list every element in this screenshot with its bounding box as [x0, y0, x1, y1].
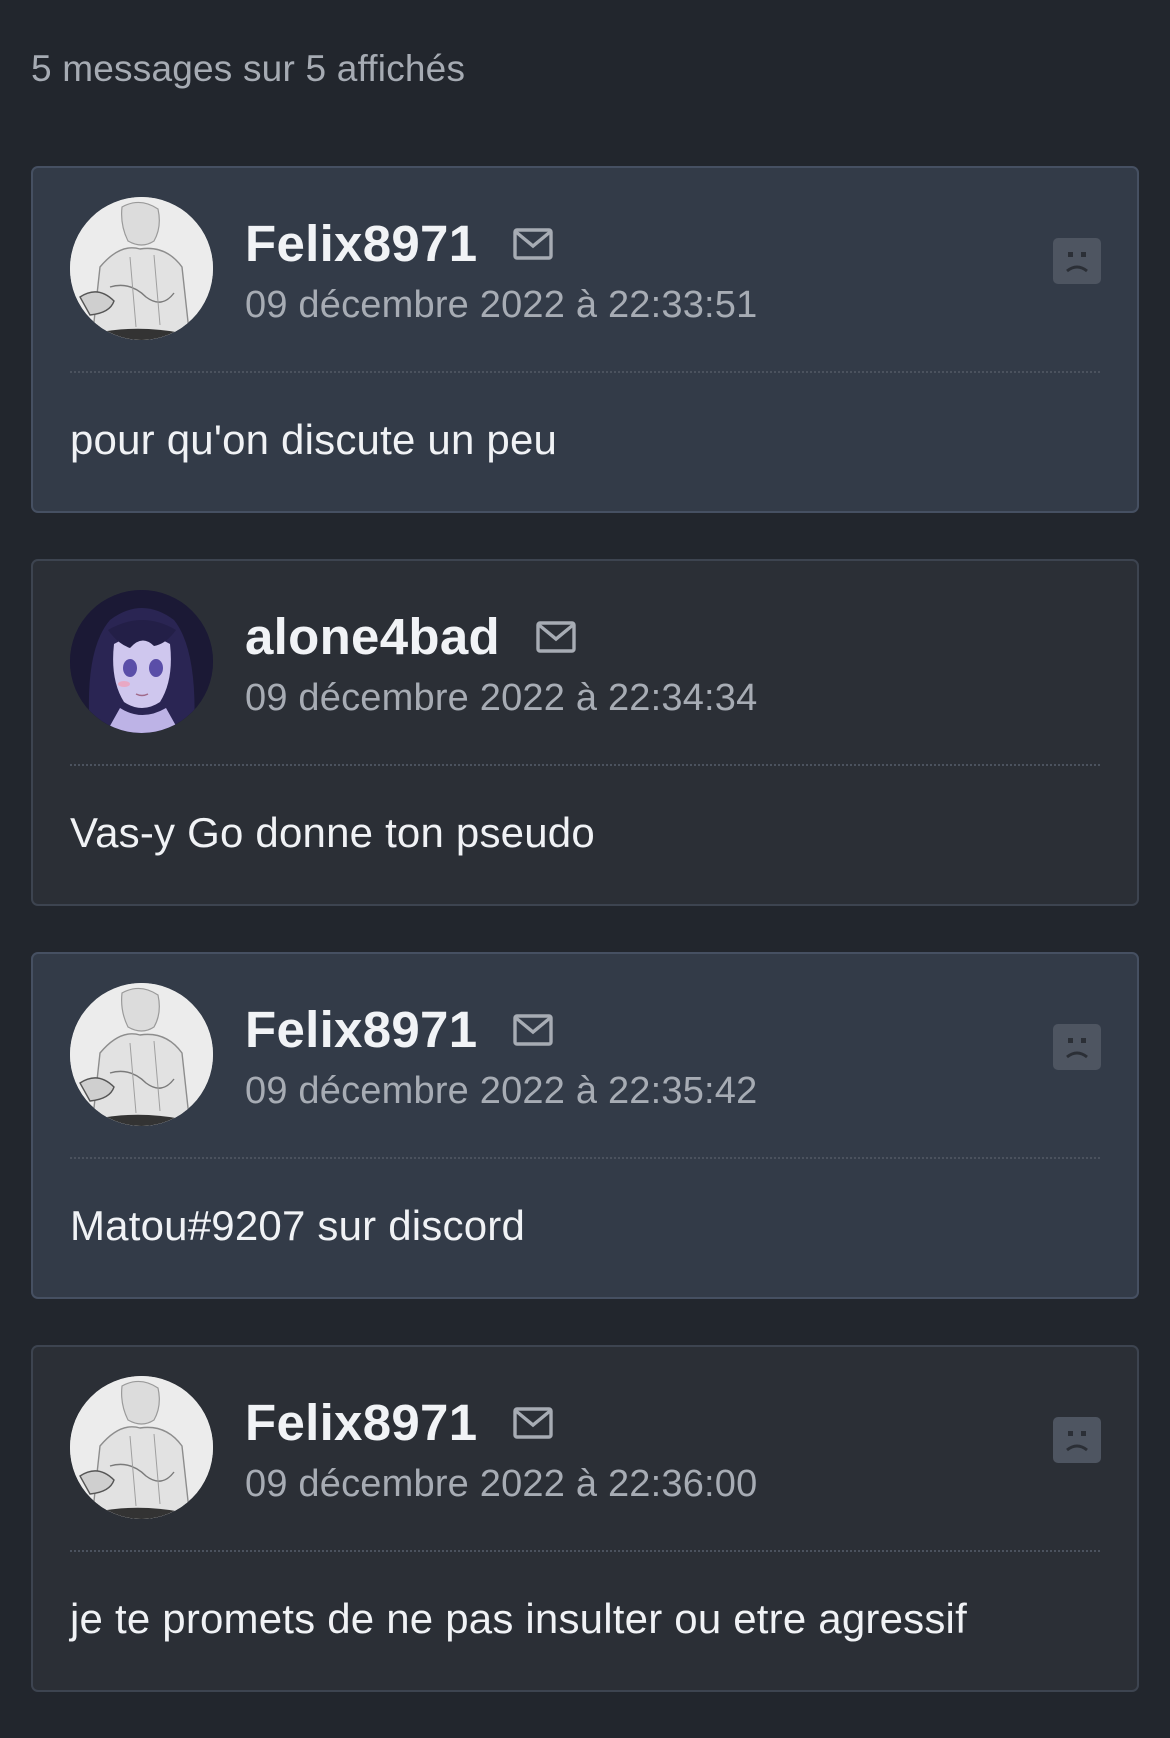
message-text: je te promets de ne pas insulter ou etre…	[70, 1595, 967, 1642]
mail-icon[interactable]	[513, 227, 554, 260]
report-sad-face-icon[interactable]	[1053, 1024, 1101, 1070]
message-text: pour qu'on discute un peu	[70, 416, 558, 463]
message-card: Felix8971 09 décembre 2022 à 22:36:00 je…	[31, 1345, 1139, 1692]
message-header: Felix8971	[245, 1000, 554, 1059]
message-count: 5 messages sur 5 affichés	[31, 48, 466, 89]
separator	[70, 371, 1100, 373]
author-name[interactable]: alone4bad	[245, 607, 500, 666]
avatar[interactable]	[70, 1376, 213, 1519]
separator	[70, 1157, 1100, 1159]
message-date: 09 décembre 2022 à 22:33:51	[245, 284, 758, 326]
mail-icon[interactable]	[536, 620, 576, 653]
separator	[70, 1550, 1100, 1552]
message-text: Matou#9207 sur discord	[70, 1202, 525, 1249]
message-card: Felix8971 09 décembre 2022 à 22:35:42 Ma…	[31, 952, 1139, 1299]
message-card: alone4bad 09 décembre 2022 à 22:34:34 Va…	[31, 559, 1139, 906]
message-date: 09 décembre 2022 à 22:35:42	[245, 1070, 758, 1112]
message-text: Vas-y Go donne ton pseudo	[70, 809, 595, 856]
author-name[interactable]: Felix8971	[245, 1393, 477, 1452]
message-date: 09 décembre 2022 à 22:36:00	[245, 1463, 758, 1505]
message-header: Felix8971	[245, 1393, 554, 1452]
avatar[interactable]	[70, 590, 213, 733]
message-header: Felix8971	[245, 214, 554, 273]
author-name[interactable]: Felix8971	[245, 214, 477, 273]
message-date: 09 décembre 2022 à 22:34:34	[245, 677, 758, 719]
mail-icon[interactable]	[513, 1013, 554, 1046]
message-card: Felix8971 09 décembre 2022 à 22:33:51 po…	[31, 166, 1139, 513]
report-sad-face-icon[interactable]	[1053, 1417, 1101, 1463]
message-header: alone4bad	[245, 607, 576, 666]
mail-icon[interactable]	[513, 1406, 554, 1439]
avatar[interactable]	[70, 983, 213, 1126]
separator	[70, 764, 1100, 766]
author-name[interactable]: Felix8971	[245, 1000, 477, 1059]
avatar[interactable]	[70, 197, 213, 340]
report-sad-face-icon[interactable]	[1053, 238, 1101, 284]
message-list: Felix8971 09 décembre 2022 à 22:33:51 po…	[31, 166, 1139, 1738]
